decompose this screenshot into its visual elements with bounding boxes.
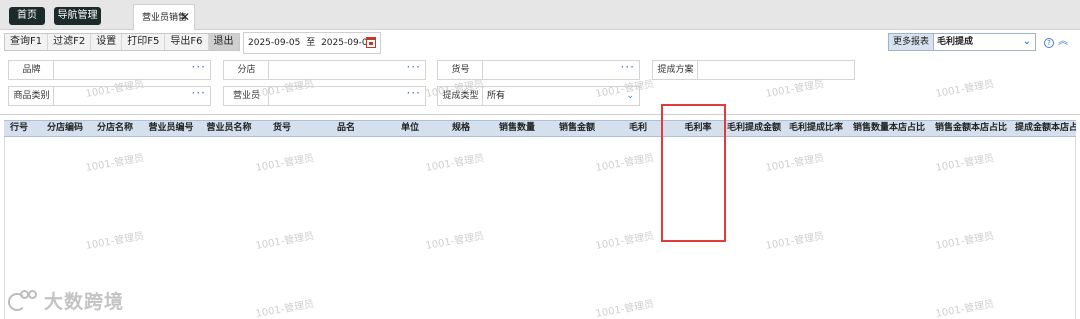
more-reports-value[interactable]: 毛利提成 ⌄ [934,34,1035,50]
col-amount-store-share[interactable]: 销售金额本店占比 [934,121,1008,136]
col-margin-commission-rate[interactable]: 毛利提成比率 [788,121,844,136]
exit-button[interactable]: 退出 [208,34,239,50]
calendar-icon[interactable] [366,37,376,48]
brand-label: 品牌 [8,60,54,80]
col-clerk-name[interactable]: 营业员名称 [200,121,258,136]
chevron-down-icon[interactable]: ⌄ [1023,35,1031,49]
toolbar: 查询F1 过滤F2 设置 打印F5 导出F6 退出 [4,33,240,51]
col-clerk-no[interactable]: 营业员编号 [142,121,200,136]
logo-icon [8,289,38,312]
more-dots-icon[interactable]: ··· [621,58,635,76]
settings-button[interactable]: 设置 [91,34,123,50]
col-unit[interactable]: 单位 [386,121,434,136]
filter-button[interactable]: 过滤F2 [48,34,92,50]
export-button[interactable]: 导出F6 [165,34,209,50]
more-reports-value-text: 毛利提成 [937,37,974,47]
plan-field[interactable] [697,60,855,80]
col-item-no[interactable]: 货号 [258,121,306,136]
col-product-name[interactable]: 品名 [306,121,386,136]
brand-logo: 大数跨境 [8,287,124,314]
date-from[interactable]: 2025-09-05 [248,38,300,48]
col-row-no[interactable]: 行号 [4,121,34,136]
col-margin-commission-amount[interactable]: 毛利提成金额 [726,121,782,136]
query-button[interactable]: 查询F1 [5,34,49,50]
date-separator: 至 [306,38,316,48]
item-no-field[interactable]: ··· [482,60,640,80]
col-sales-amount[interactable]: 销售金额 [546,121,608,136]
report-page: 首页 导航管理 营业员销售提成 ✕ 查询F1 过滤F2 设置 打印F5 导出F6… [0,0,1080,319]
plan-label: 提成方案 [652,60,698,80]
tab-home[interactable]: 首页 [9,7,45,25]
logo-text: 大数跨境 [44,291,125,313]
watermark: 1001-管理员 [934,78,995,101]
tab-nav-management[interactable]: 导航管理 [54,7,101,25]
commission-type-value: 所有 [487,91,506,101]
table-header: 行号 分店编码 分店名称 营业员编号 营业员名称 货号 品名 单位 规格 销售数… [4,120,1076,137]
highlight-annotation-box [661,104,726,242]
tab-bar: 首页 导航管理 营业员销售提成 ✕ [0,0,1080,49]
print-button[interactable]: 打印F5 [122,34,166,50]
category-label: 商品类别 [8,86,54,106]
col-gross-profit[interactable]: 毛利 [608,121,668,136]
col-branch-name[interactable]: 分店名称 [88,121,142,136]
help-icon[interactable]: ? [1044,38,1054,48]
table-body [4,137,1076,319]
col-branch-code[interactable]: 分店编码 [42,121,88,136]
col-sales-qty[interactable]: 销售数量 [488,121,546,136]
more-dots-icon[interactable]: ··· [407,58,421,76]
collapse-up-icon[interactable]: ︽ [1058,34,1068,50]
col-spec[interactable]: 规格 [434,121,488,136]
col-commission-store-share[interactable]: 提成金额本店占 [1015,121,1076,136]
more-dots-icon[interactable]: ··· [407,84,421,102]
col-qty-store-share[interactable]: 销售数量本店占比 [852,121,926,136]
branch-field[interactable]: ··· [268,60,426,80]
section-divider [0,114,1080,115]
more-dots-icon[interactable]: ··· [192,58,206,76]
more-dots-icon[interactable]: ··· [192,84,206,102]
more-reports-select[interactable]: 更多报表 毛利提成 ⌄ [888,33,1036,51]
more-reports-label: 更多报表 [889,34,934,50]
branch-label: 分店 [223,60,269,80]
close-icon[interactable]: ✕ [180,4,190,30]
date-range-field[interactable]: 2025-09-05 至 2025-09-05 [243,32,381,54]
